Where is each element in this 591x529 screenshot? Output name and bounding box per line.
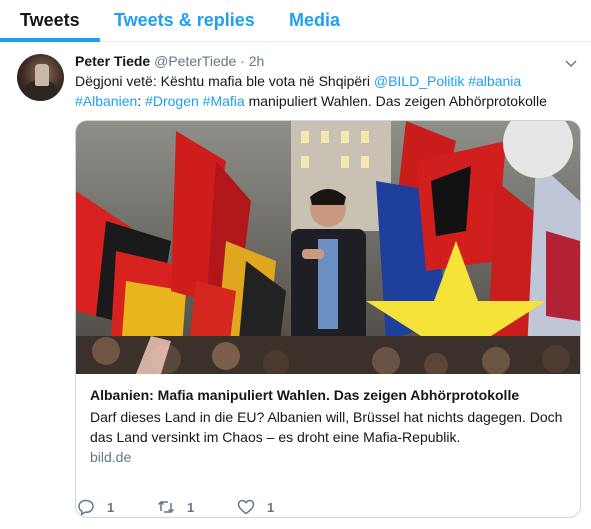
hashtag-link[interactable]: #Drogen bbox=[145, 93, 199, 109]
reply-button[interactable]: 1 bbox=[77, 496, 114, 518]
tweet-header: Peter Tiede @PeterTiede · 2h bbox=[75, 52, 264, 70]
retweet-icon bbox=[157, 501, 175, 513]
display-name[interactable]: Peter Tiede bbox=[75, 53, 150, 69]
timestamp[interactable]: 2h bbox=[249, 53, 265, 69]
link-card[interactable]: Albanien: Mafia manipuliert Wahlen. Das … bbox=[75, 120, 581, 518]
card-description: Darf dieses Land in die EU? Albanien wil… bbox=[90, 409, 563, 445]
hashtag-link[interactable]: #Mafia bbox=[203, 93, 245, 109]
tweet[interactable]: Peter Tiede @PeterTiede · 2h Dëgjoni vet… bbox=[0, 42, 591, 529]
tweet-text: Dëgjoni vetë: Kështu mafia ble vota në S… bbox=[75, 71, 575, 111]
user-handle[interactable]: @PeterTiede bbox=[154, 53, 236, 69]
hashtag-link[interactable]: #Albanien bbox=[75, 93, 137, 109]
tab-tweets[interactable]: Tweets bbox=[20, 9, 80, 31]
tweet-text-part: manipuliert Wahlen. Das zeigen Abhörprot… bbox=[244, 93, 547, 109]
hashtag-link[interactable]: #albania bbox=[468, 73, 521, 89]
reply-count: 1 bbox=[107, 499, 115, 515]
separator: · bbox=[240, 53, 245, 69]
avatar[interactable] bbox=[17, 54, 64, 101]
like-count: 1 bbox=[267, 499, 275, 515]
tab-tweets-and-replies[interactable]: Tweets & replies bbox=[114, 9, 255, 31]
profile-tabs: Tweets Tweets & replies Media bbox=[0, 0, 591, 42]
tweet-actions: 1 1 1 bbox=[0, 496, 591, 520]
chevron-down-icon[interactable] bbox=[565, 57, 577, 69]
retweet-button[interactable]: 1 bbox=[157, 496, 194, 518]
card-domain: bild.de bbox=[90, 449, 132, 465]
retweet-count: 1 bbox=[187, 499, 195, 515]
tweet-text-part: : bbox=[137, 93, 142, 109]
card-image bbox=[76, 121, 580, 374]
tab-media[interactable]: Media bbox=[289, 9, 340, 31]
reply-icon bbox=[78, 499, 94, 516]
heart-icon bbox=[237, 499, 255, 515]
tweet-text-part: Dëgjoni vetë: Kështu mafia ble vota në S… bbox=[75, 73, 374, 89]
card-title[interactable]: Albanien: Mafia manipuliert Wahlen. Das … bbox=[90, 385, 519, 405]
like-button[interactable]: 1 bbox=[237, 496, 274, 518]
mention-link[interactable]: @BILD_Politik bbox=[374, 73, 464, 89]
